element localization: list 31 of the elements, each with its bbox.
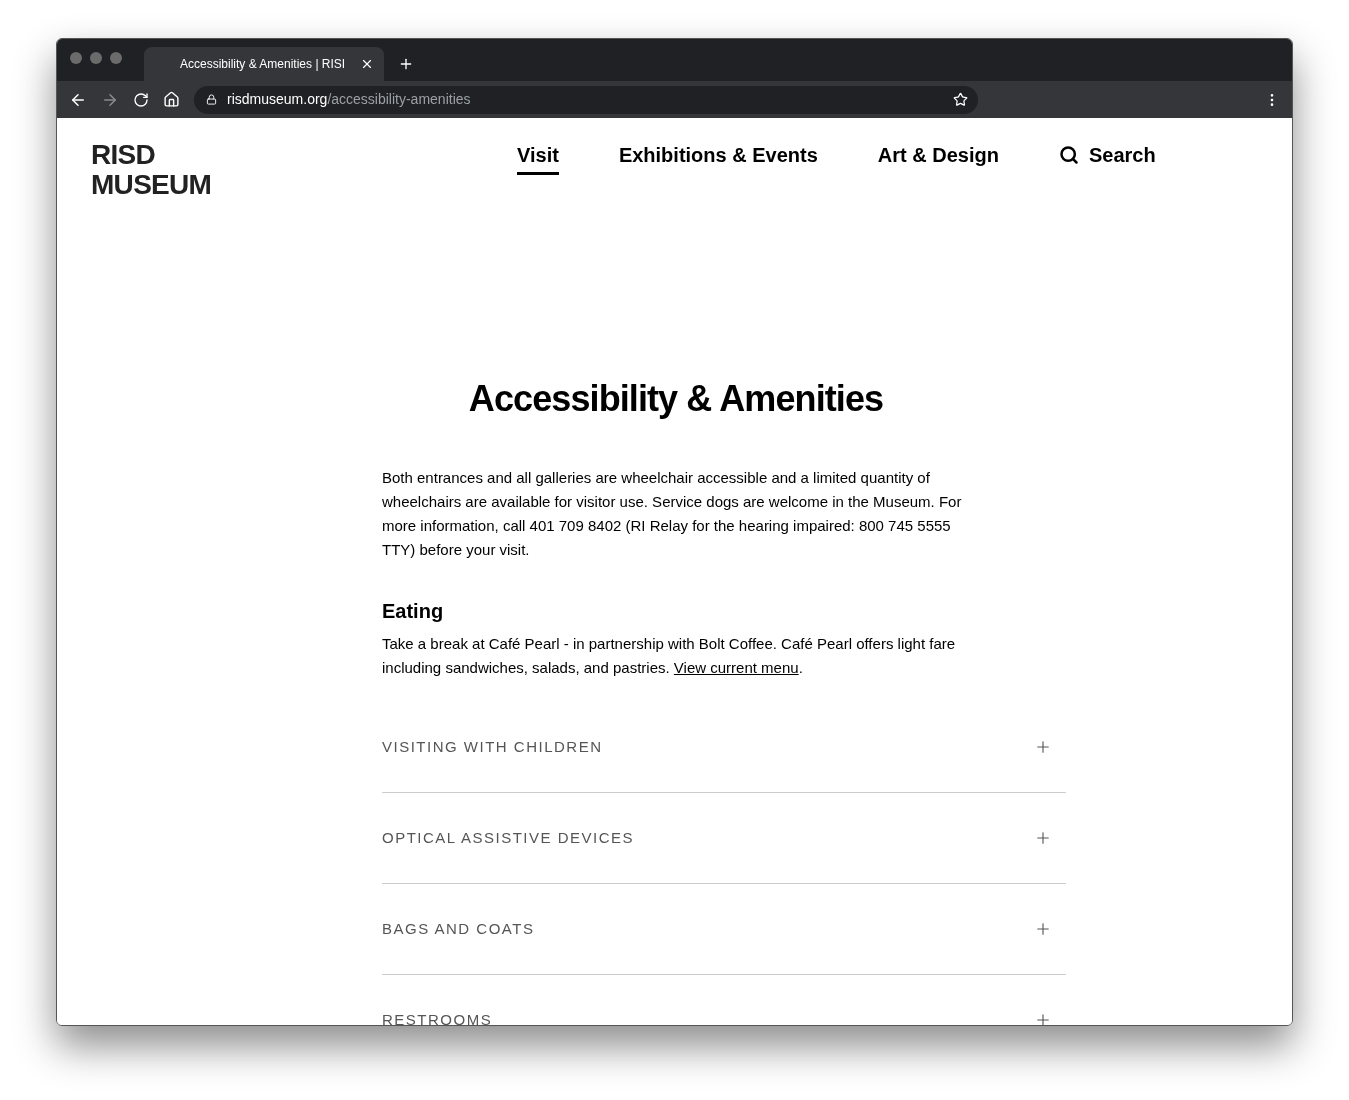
url-text: risdmuseum.org/accessibility-amenities — [227, 90, 472, 109]
search-link[interactable]: Search — [1058, 140, 1156, 170]
address-bar[interactable]: risdmuseum.org/accessibility-amenities — [194, 85, 978, 114]
page-title: Accessibility & Amenities — [467, 377, 885, 421]
accordion-item[interactable]: VISITING WITH CHILDREN — [382, 702, 1066, 793]
search-icon — [1058, 145, 1079, 165]
new-tab-icon[interactable] — [398, 56, 414, 72]
eating-paragraph: Take a break at Café Pearl - in partnership with Bolt Coffee. Café Pearl offers light fare including sandwiches, salads, and pastries. View current menu. — [382, 634, 957, 678]
menu-link[interactable]: View current menu — [673, 659, 799, 676]
section-heading: Eating — [382, 599, 445, 624]
close-icon[interactable] — [360, 57, 374, 71]
home-icon[interactable] — [163, 91, 180, 108]
museum-logo[interactable]: RISD MUSEUM — [91, 140, 517, 200]
expand-icon — [1034, 738, 1052, 756]
reload-icon[interactable] — [133, 91, 149, 108]
tab-title: Accessibility & Amenities | RISI — [180, 56, 347, 73]
accordion-item[interactable]: BAGS AND COATS — [382, 884, 1066, 975]
window-minimize-control[interactable] — [90, 52, 102, 64]
window-zoom-control[interactable] — [110, 52, 122, 64]
bookmark-star-icon[interactable] — [953, 92, 968, 107]
nav-link[interactable]: Art & Design — [877, 140, 999, 175]
expand-icon — [1034, 829, 1052, 847]
browser-tab[interactable]: Accessibility & Amenities | RISI — [144, 47, 384, 81]
nav-link[interactable]: Visit — [517, 140, 559, 175]
accordion-item[interactable]: RESTROOMS — [382, 975, 1066, 1025]
window-close-control[interactable] — [70, 52, 82, 64]
intro-paragraph: Both entrances and all galleries are wheelchair accessible and a limited quantity of wheelchairs are available for visitor use. Service dogs are welcome in the Museum. For more information, call 401 709 8402 (RI Relay for the hearing impaired: 800 745 5555 TTY) before your visit. — [382, 468, 963, 560]
lock-icon — [206, 94, 217, 105]
nav-link[interactable]: Exhibitions & Events — [618, 140, 818, 175]
accordion-item[interactable]: OPTICAL ASSISTIVE DEVICES — [382, 793, 1066, 884]
expand-icon — [1034, 920, 1052, 938]
